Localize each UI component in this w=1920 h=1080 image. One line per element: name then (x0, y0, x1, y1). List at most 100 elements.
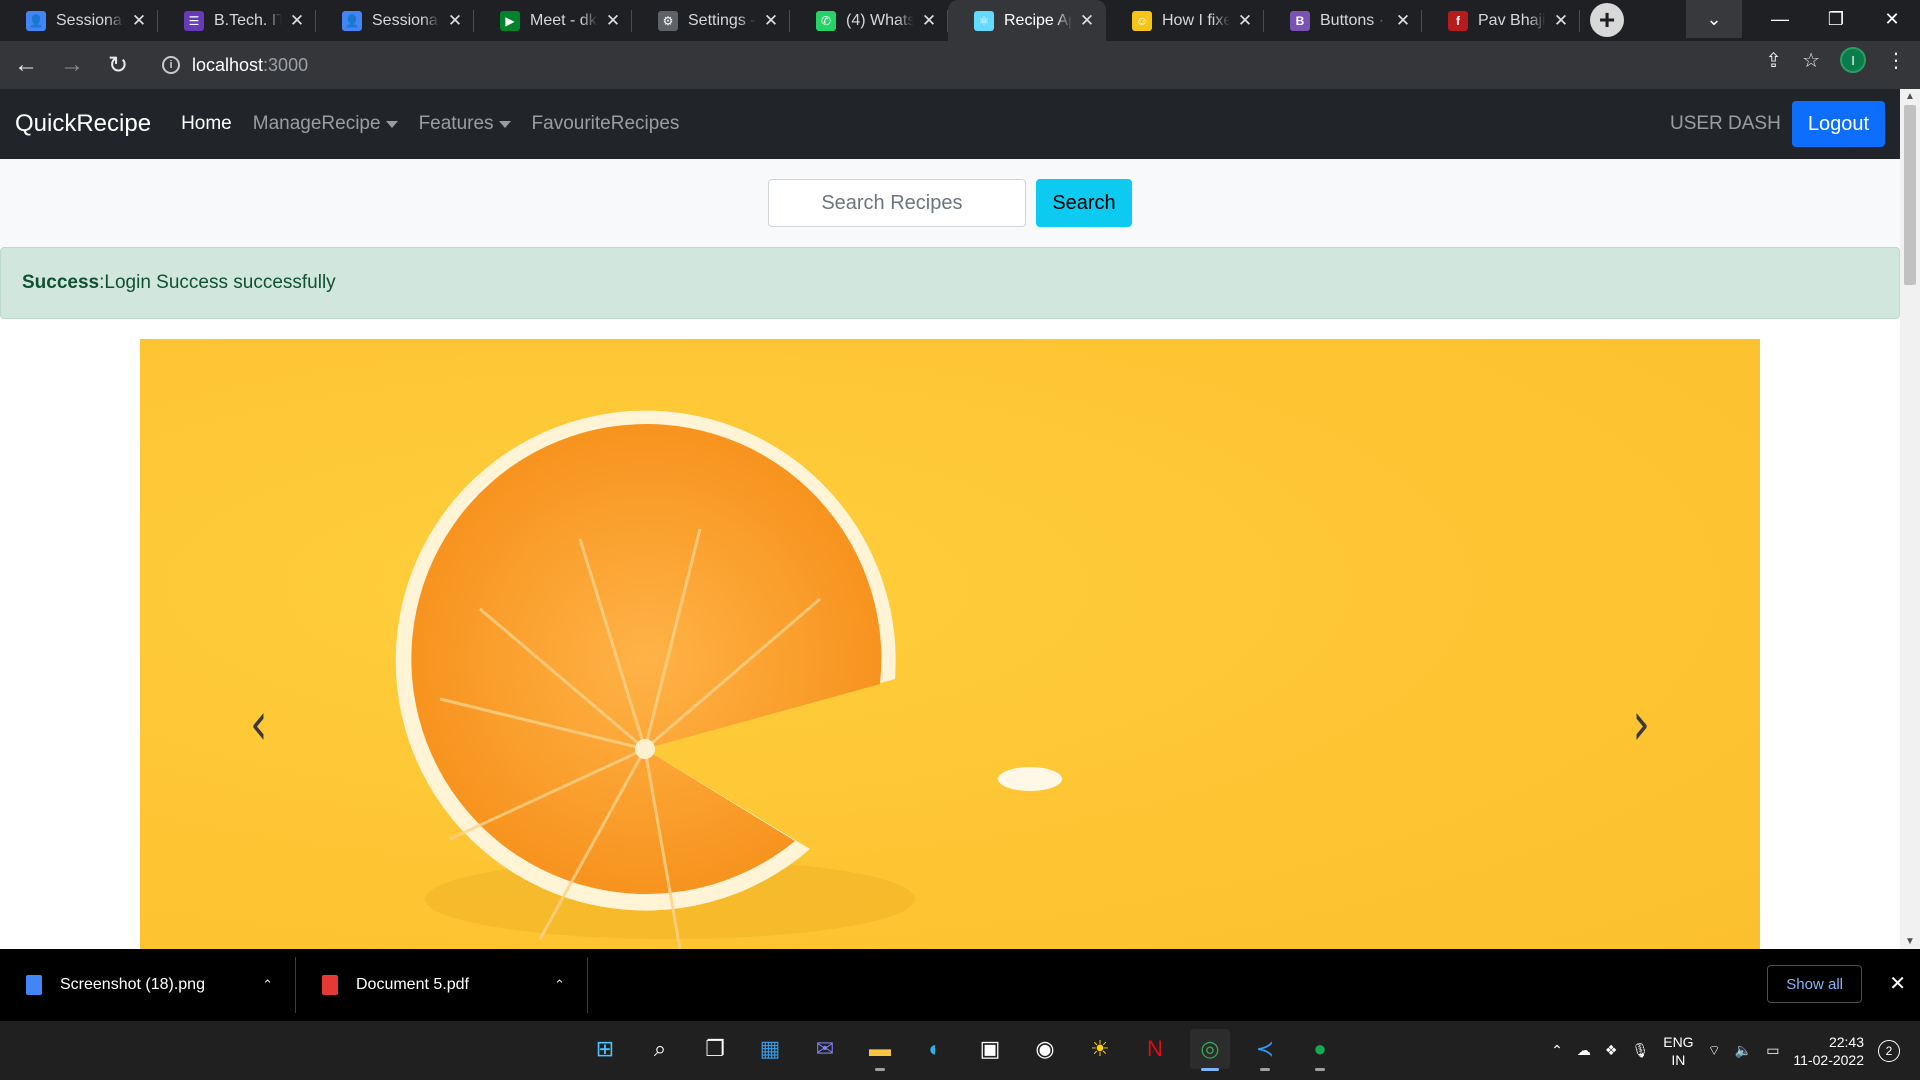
volume-icon[interactable]: 🔈 (1735, 1042, 1752, 1059)
address-bar[interactable]: i localhost:3000 (148, 47, 1658, 83)
tab-close-icon[interactable]: ✕ (1394, 11, 1412, 31)
browser-tab[interactable]: ⚛ Recipe App ✕ (948, 0, 1106, 41)
tab-search-button[interactable]: ⌄ (1686, 0, 1742, 38)
bookmark-star-icon[interactable]: ☆ (1802, 48, 1820, 73)
github-icon[interactable]: ◉ (1025, 1029, 1065, 1069)
start-icon[interactable]: ⊞ (585, 1029, 625, 1069)
browser-tab[interactable]: f Pav Bhaji Recipe ✕ (1422, 0, 1580, 41)
running-indicator (1260, 1068, 1270, 1071)
nav-favourite-recipes[interactable]: FavouriteRecipes (532, 113, 680, 135)
battery-icon[interactable]: ▭ (1766, 1042, 1779, 1059)
forward-button[interactable]: → (52, 45, 92, 85)
browser-tab[interactable]: 👤 Sessional-2 ✕ (0, 0, 158, 41)
tab-close-icon[interactable]: ✕ (446, 11, 464, 31)
nav-home[interactable]: Home (181, 113, 232, 135)
weather-app-icon[interactable]: ☀ (1080, 1029, 1120, 1069)
browser-tab[interactable]: ✆ (4) WhatsApp ✕ (790, 0, 948, 41)
tab-close-icon[interactable]: ✕ (1078, 11, 1096, 31)
netflix-icon[interactable]: N (1135, 1029, 1175, 1069)
onedrive-icon[interactable]: ☁ (1577, 1042, 1591, 1059)
alert-message: :Login Success successfully (99, 272, 336, 293)
teams-chat-icon[interactable]: ✉ (805, 1029, 845, 1069)
browser-tab[interactable]: ⚙ Settings - P ✕ (632, 0, 790, 41)
tab-title: Pav Bhaji Recipe (1478, 11, 1546, 29)
user-dash-link[interactable]: USER DASH (1670, 113, 1781, 135)
clock[interactable]: 22:43 11-02-2022 (1793, 1033, 1864, 1069)
tab-close-icon[interactable]: ✕ (604, 11, 622, 31)
tab-close-icon[interactable]: ✕ (130, 11, 148, 31)
profile-avatar[interactable]: I (1840, 47, 1866, 73)
restore-button[interactable]: ❐ (1808, 0, 1864, 38)
browser-menu-icon[interactable]: ⋮ (1886, 48, 1906, 73)
brand-logo[interactable]: QuickRecipe (15, 110, 151, 138)
chevron-up-icon[interactable]: ⌃ (554, 977, 565, 993)
tab-favicon-icon: ⚛ (974, 10, 994, 31)
nav-features-dropdown[interactable]: Features (419, 113, 511, 135)
new-tab-button[interactable]: + (1590, 3, 1624, 37)
success-alert: Success:Login Success successfully (0, 247, 1900, 319)
scroll-up-icon[interactable]: ▲ (1900, 91, 1920, 102)
language-indicator[interactable]: ENG IN (1663, 1033, 1693, 1069)
browser-tab[interactable]: ☰ B.Tech. IT Sem ✕ (158, 0, 316, 41)
wifi-icon[interactable]: ⌔ (1708, 1042, 1721, 1060)
tab-title: Meet - dkv (530, 11, 598, 29)
download-item[interactable]: Document 5.pdf ⌃ (296, 957, 588, 1013)
running-indicator (875, 1068, 885, 1071)
logout-button[interactable]: Logout (1791, 101, 1885, 147)
tab-favicon-icon: B (1290, 10, 1310, 31)
search-button[interactable]: Search (1036, 179, 1132, 227)
tab-close-icon[interactable]: ✕ (1552, 11, 1570, 31)
tab-title: Settings - P (688, 11, 756, 29)
microphone-icon[interactable]: 🎙 (1631, 1042, 1649, 1059)
tray-overflow-icon[interactable]: ⌃ (1551, 1042, 1563, 1059)
nav-right: USER DASH Logout (1670, 101, 1885, 147)
download-filename: Screenshot (18).png (60, 976, 205, 993)
close-window-button[interactable]: ✕ (1864, 0, 1920, 38)
tab-close-icon[interactable]: ✕ (762, 11, 780, 31)
tab-close-icon[interactable]: ✕ (920, 11, 938, 31)
minimize-button[interactable]: — (1752, 0, 1808, 38)
share-icon[interactable]: ⇪ (1765, 48, 1782, 73)
download-item[interactable]: Screenshot (18).png ⌃ (0, 957, 296, 1013)
clock-date: 11-02-2022 (1793, 1051, 1864, 1068)
tab-title: B.Tech. IT Sem (214, 11, 282, 29)
running-indicator (1201, 1068, 1219, 1071)
tab-close-icon[interactable]: ✕ (288, 11, 306, 31)
download-filename: Document 5.pdf (356, 976, 469, 993)
site-info-icon[interactable]: i (162, 56, 180, 74)
scroll-down-icon[interactable]: ▼ (1900, 936, 1920, 947)
search-icon[interactable]: ⌕ (640, 1029, 680, 1069)
browser-tab[interactable]: ☺ How I fixed ✕ (1106, 0, 1264, 41)
toolbar-right-icons: ⇪ ☆ I ⋮ (1765, 47, 1906, 73)
clock-time: 22:43 (1828, 1033, 1864, 1050)
notification-badge[interactable]: 2 (1878, 1039, 1900, 1062)
show-all-downloads-button[interactable]: Show all (1767, 965, 1862, 1003)
back-button[interactable]: ← (6, 45, 46, 85)
browser-tab[interactable]: 👤 Sessional-2 ✕ (316, 0, 474, 41)
file-explorer-icon[interactable]: ▬ (860, 1029, 900, 1071)
carousel-next-icon[interactable]: › (1632, 690, 1650, 759)
search-bar: Search Recipes Search (0, 159, 1900, 247)
nav-manage-recipe-dropdown[interactable]: ManageRecipe (253, 113, 398, 135)
mongodb-compass-icon[interactable]: ● (1300, 1029, 1340, 1071)
chrome-icon[interactable]: ◎ (1190, 1029, 1230, 1071)
tab-close-icon[interactable]: ✕ (1236, 11, 1254, 31)
page-scrollbar[interactable]: ▲ ▼ (1900, 89, 1920, 949)
dropbox-icon[interactable]: ❖ (1605, 1042, 1618, 1059)
url-port: :3000 (263, 54, 309, 75)
task-view-icon[interactable]: ❐ (695, 1029, 735, 1069)
browser-tab[interactable]: ▶ Meet - dkv ✕ (474, 0, 632, 41)
search-input[interactable]: Search Recipes (768, 179, 1027, 227)
file-icon (26, 975, 42, 995)
close-downloads-icon[interactable]: ✕ (1889, 971, 1906, 996)
widgets-icon[interactable]: ▦ (750, 1029, 790, 1069)
reload-button[interactable]: ↻ (98, 45, 138, 85)
browser-tab[interactable]: B Buttons · Bootstrap ✕ (1264, 0, 1422, 41)
chevron-up-icon[interactable]: ⌃ (262, 977, 273, 993)
tab-favicon-icon: f (1448, 10, 1468, 31)
store-icon[interactable]: ▣ (970, 1029, 1010, 1069)
scrollbar-thumb[interactable] (1904, 105, 1916, 285)
vscode-icon[interactable]: ≺ (1245, 1029, 1285, 1071)
edge-icon[interactable]: ◐ (915, 1029, 955, 1069)
carousel-prev-icon[interactable]: ‹ (250, 690, 268, 759)
